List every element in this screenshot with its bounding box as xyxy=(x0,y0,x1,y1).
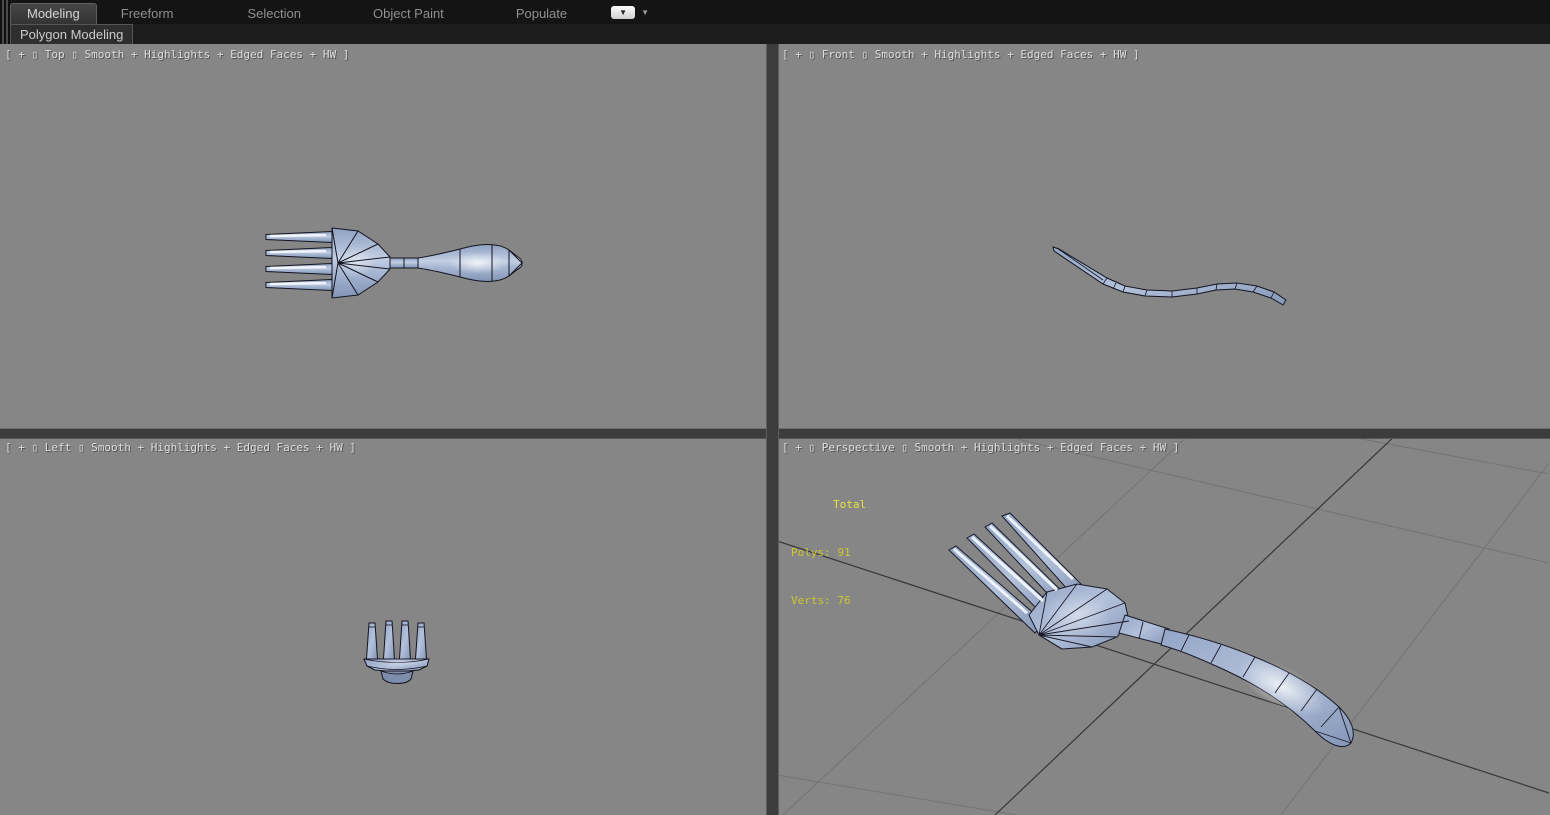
viewport-left[interactable]: [ + ▯ Left ▯ Smooth + Highlights + Edged… xyxy=(0,437,766,815)
tab-populate[interactable]: Populate xyxy=(500,4,583,24)
fork-left-view xyxy=(363,620,430,684)
stats-polys: Polys: 91 xyxy=(791,546,851,559)
viewport-front-label[interactable]: [ + ▯ Front ▯ Smooth + Highlights + Edge… xyxy=(782,48,1140,61)
tab-object-paint[interactable]: Object Paint xyxy=(357,4,460,24)
fork-top-view xyxy=(265,227,523,299)
viewport-left-label[interactable]: [ + ▯ Left ▯ Smooth + Highlights + Edged… xyxy=(5,441,356,454)
perspective-scene xyxy=(777,437,1550,815)
stats-verts: Verts: 76 xyxy=(791,594,851,607)
viewport-perspective[interactable]: [ + ▯ Perspective ▯ Smooth + Highlights … xyxy=(777,437,1550,815)
fork-perspective-model xyxy=(948,512,1354,747)
ribbon-tab-row: Modeling Freeform Selection Object Paint… xyxy=(10,0,1550,24)
viewport-top-label[interactable]: [ + ▯ Top ▯ Smooth + Highlights + Edged … xyxy=(5,48,349,61)
viewport-perspective-label[interactable]: [ + ▯ Perspective ▯ Smooth + Highlights … xyxy=(782,441,1179,454)
minimize-ribbon-icon: ▼ xyxy=(619,7,628,17)
ribbon-options-caret-icon[interactable]: ▼ xyxy=(641,8,649,17)
viewport-top[interactable]: [ + ▯ Top ▯ Smooth + Highlights + Edged … xyxy=(0,44,766,428)
tab-modeling[interactable]: Modeling xyxy=(10,3,97,24)
grid-minor-lines xyxy=(777,437,1550,815)
panel-polygon-modeling[interactable]: Polygon Modeling xyxy=(10,24,134,44)
statistics-overlay: Total Polys: 91 Verts: 76 xyxy=(791,465,866,641)
fork-front-view xyxy=(1052,246,1287,306)
viewport-splitter-vertical[interactable] xyxy=(766,44,779,815)
grid-axis-lines xyxy=(777,437,1550,815)
ribbon: Modeling Freeform Selection Object Paint… xyxy=(0,0,1550,45)
tab-freeform[interactable]: Freeform xyxy=(105,4,190,24)
stats-total-label: Total xyxy=(833,498,867,511)
viewport-front[interactable]: [ + ▯ Front ▯ Smooth + Highlights + Edge… xyxy=(777,44,1550,428)
ribbon-grip-handle[interactable] xyxy=(0,0,10,44)
ribbon-panel-row: Polygon Modeling xyxy=(10,24,1550,44)
minimize-ribbon-button[interactable]: ▼ xyxy=(611,5,636,19)
tab-selection[interactable]: Selection xyxy=(232,4,317,24)
3ds-max-window: Modeling Freeform Selection Object Paint… xyxy=(0,0,1550,815)
